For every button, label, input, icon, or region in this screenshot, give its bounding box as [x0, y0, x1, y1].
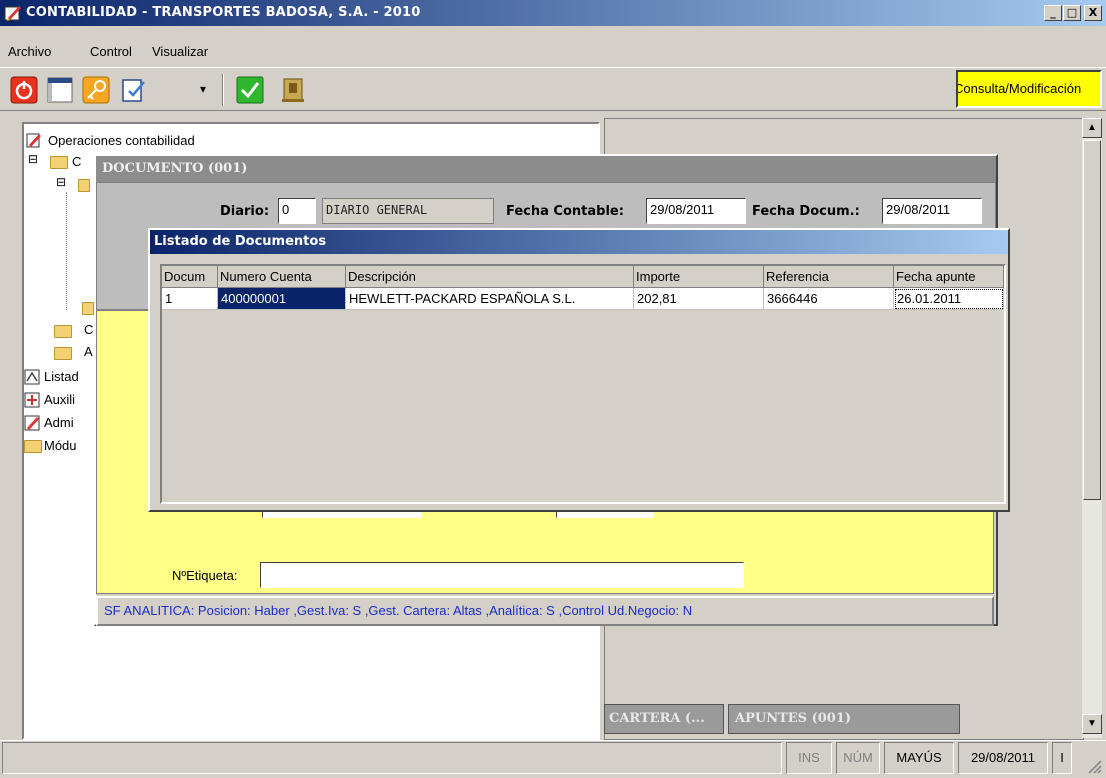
operations-icon	[26, 133, 41, 148]
status-message-panel	[2, 742, 782, 774]
tree-item-c2[interactable]: C	[84, 322, 93, 337]
status-num: NÚM	[836, 742, 880, 774]
key-icon[interactable]	[82, 76, 110, 104]
scroll-thumb[interactable]	[1083, 140, 1101, 500]
mode-indicator: Consulta/Modificación	[956, 70, 1102, 108]
table-cell-descripcion[interactable]: HEWLETT-PACKARD ESPAÑOLA S.L.	[346, 288, 634, 310]
toolbar	[0, 67, 1106, 111]
fecha-docum-input[interactable]: 29/08/2011	[882, 198, 982, 224]
status-date: 29/08/2011	[958, 742, 1048, 774]
table-cell-numero-cuenta[interactable]: 400000001	[218, 288, 346, 310]
folder-icon	[24, 440, 42, 453]
tab-apuntes[interactable]: APUNTES (001)	[728, 704, 960, 734]
folder-icon	[54, 325, 72, 338]
expand-icon[interactable]: ⊟	[56, 175, 66, 189]
tree-item-listados[interactable]: Listad	[44, 369, 79, 384]
window-title: CONTABILIDAD - TRANSPORTES BADOSA, S.A. …	[26, 5, 421, 20]
diario-input[interactable]: 0	[278, 198, 316, 224]
folder-icon	[54, 347, 72, 360]
table-cell-docum[interactable]: 1	[162, 288, 218, 310]
minimize-button[interactable]: _	[1044, 5, 1062, 21]
tab-cartera[interactable]: CARTERA (...	[604, 704, 724, 734]
etiqueta-input[interactable]	[260, 562, 744, 588]
column-header-importe[interactable]: Importe	[634, 266, 764, 288]
maximize-button[interactable]: □	[1063, 5, 1081, 21]
menu-visualizar[interactable]: Visualizar	[152, 44, 208, 59]
fecha-contable-label: Fecha Contable:	[506, 204, 624, 219]
dropdown-arrow-icon[interactable]: ▾	[200, 82, 206, 96]
column-header-referencia[interactable]: Referencia	[764, 266, 894, 288]
resize-grip-icon[interactable]	[1084, 756, 1102, 774]
close-button[interactable]: X	[1084, 5, 1102, 21]
analitica-status: SF ANALITICA: Posicion: Haber ,Gest.Iva:…	[96, 596, 994, 626]
scroll-down-icon[interactable]: ▼	[1082, 714, 1102, 734]
tree-item-auxiliares[interactable]: Auxili	[44, 392, 75, 407]
title-bar: CONTABILIDAD - TRANSPORTES BADOSA, S.A. …	[0, 0, 1106, 26]
column-header-fecha-apunte[interactable]: Fecha apunte	[894, 266, 1004, 288]
tree-root-label[interactable]: Operaciones contabilidad	[48, 133, 195, 148]
check-accept-icon[interactable]	[236, 76, 264, 104]
listados-icon	[24, 369, 40, 385]
listado-title: Listado de Documentos	[150, 230, 1008, 254]
folder-icon	[50, 156, 68, 169]
menu-control[interactable]: Control	[90, 44, 132, 59]
window-icon[interactable]	[46, 76, 74, 104]
folder-icon	[78, 179, 90, 192]
auxiliares-icon	[24, 392, 40, 408]
diario-label: Diario:	[220, 204, 270, 219]
column-header-numero-cuenta[interactable]: Numero Cuenta	[218, 266, 346, 288]
expand-icon[interactable]: ⊟	[28, 152, 38, 166]
column-header-docum[interactable]: Docum	[162, 266, 218, 288]
table-cell-importe[interactable]: 202,81	[634, 288, 764, 310]
status-mayus: MAYÚS	[884, 742, 954, 774]
tree-item-administracion[interactable]: Admi	[44, 415, 74, 430]
door-exit-icon[interactable]	[280, 76, 308, 104]
toolbar-separator	[222, 74, 224, 106]
edit-document-icon[interactable]	[120, 76, 148, 104]
folder-icon	[82, 302, 94, 315]
diario-name-field: DIARIO GENERAL	[322, 198, 494, 224]
fecha-docum-label: Fecha Docum.:	[752, 204, 860, 219]
app-icon	[4, 6, 21, 21]
documento-title: DOCUMENTO (001)	[96, 156, 996, 182]
scroll-up-icon[interactable]: ▲	[1082, 118, 1102, 138]
power-exit-icon[interactable]	[10, 76, 38, 104]
administracion-icon	[24, 415, 40, 431]
table-cell-fecha-apunte[interactable]: 26.01.2011	[894, 288, 1004, 310]
fecha-contable-input[interactable]: 29/08/2011	[646, 198, 746, 224]
etiqueta-label: NºEtiqueta:	[172, 568, 238, 583]
status-ins: INS	[786, 742, 832, 774]
table-cell-referencia[interactable]: 3666446	[764, 288, 894, 310]
menu-archivo[interactable]: Archivo	[8, 44, 51, 59]
tree-line	[66, 192, 67, 310]
tree-item-modulos[interactable]: Módu	[44, 438, 77, 453]
tree-item-c1[interactable]: C	[72, 154, 81, 169]
status-extra: I	[1052, 742, 1072, 774]
column-header-descripcion[interactable]: Descripción	[346, 266, 634, 288]
tree-item-a[interactable]: A	[84, 344, 93, 359]
